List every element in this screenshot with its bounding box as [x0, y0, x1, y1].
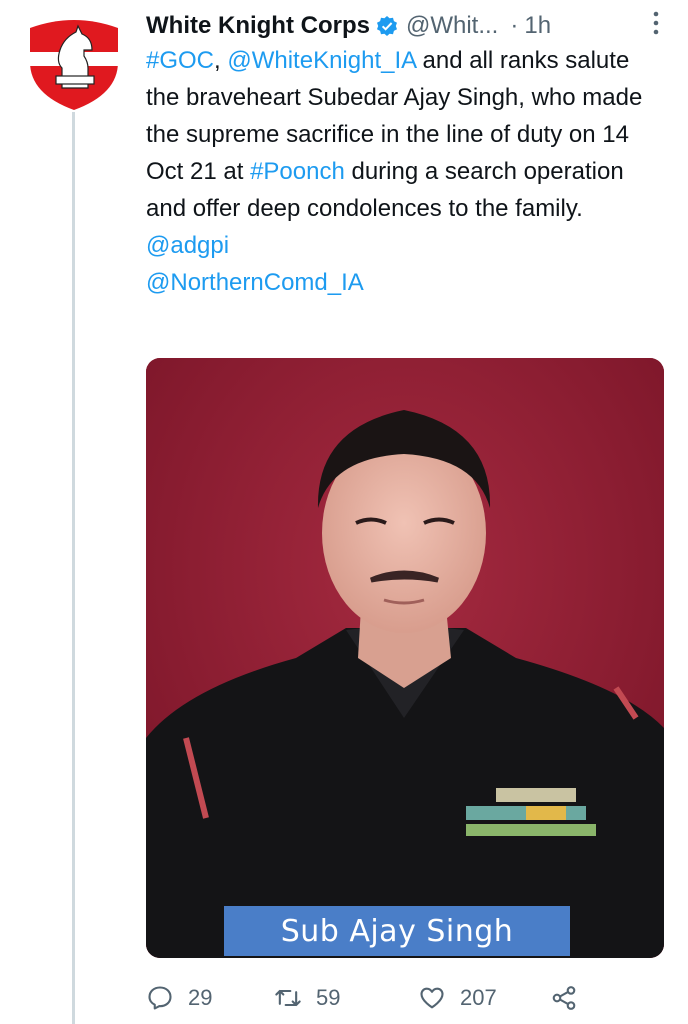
- reply-count: 29: [188, 985, 213, 1010]
- hashtag-goc[interactable]: #GOC: [146, 47, 214, 74]
- tweet-photo[interactable]: Sub Ajay Singh: [146, 358, 664, 958]
- hashtag-poonch[interactable]: #Poonch: [250, 158, 345, 185]
- mention-adgpi[interactable]: @adgpi: [146, 232, 229, 259]
- like-icon: [420, 987, 444, 1009]
- tweet-text: #GOC, @WhiteKnight_IA and all ranks salu…: [146, 42, 666, 301]
- retweet-icon: [275, 989, 301, 1007]
- thread-line: [72, 112, 75, 1024]
- separator-dot: ·: [510, 12, 519, 39]
- retweet-button[interactable]: 59: [274, 976, 340, 1020]
- mention-northerncomd[interactable]: @NorthernComd_IA: [146, 269, 364, 296]
- soldier-portrait-image: [146, 358, 664, 958]
- text-comma: ,: [214, 47, 221, 74]
- avatar[interactable]: [22, 10, 126, 114]
- author-name[interactable]: White Knight Corps: [146, 12, 370, 40]
- verified-badge-icon: [376, 15, 398, 37]
- author-handle[interactable]: @Whit...: [406, 12, 498, 40]
- photo-caption: Sub Ajay Singh: [224, 906, 570, 956]
- more-options-icon[interactable]: [644, 6, 668, 42]
- like-count: 207: [460, 985, 497, 1010]
- share-icon: [552, 986, 576, 1010]
- tweet-header: White Knight Corps @Whit... · 1h: [146, 8, 668, 44]
- tweet-actions: 29 59 207: [146, 976, 666, 1020]
- retweet-count: 59: [316, 985, 341, 1010]
- mention-whiteknight[interactable]: @WhiteKnight_IA: [227, 47, 415, 74]
- tweet-timestamp[interactable]: 1h: [524, 12, 551, 40]
- like-button[interactable]: 207: [418, 976, 497, 1020]
- share-button[interactable]: [550, 976, 592, 1020]
- reply-icon: [148, 986, 172, 1010]
- white-knight-logo-icon: [30, 20, 118, 110]
- reply-button[interactable]: 29: [146, 976, 212, 1020]
